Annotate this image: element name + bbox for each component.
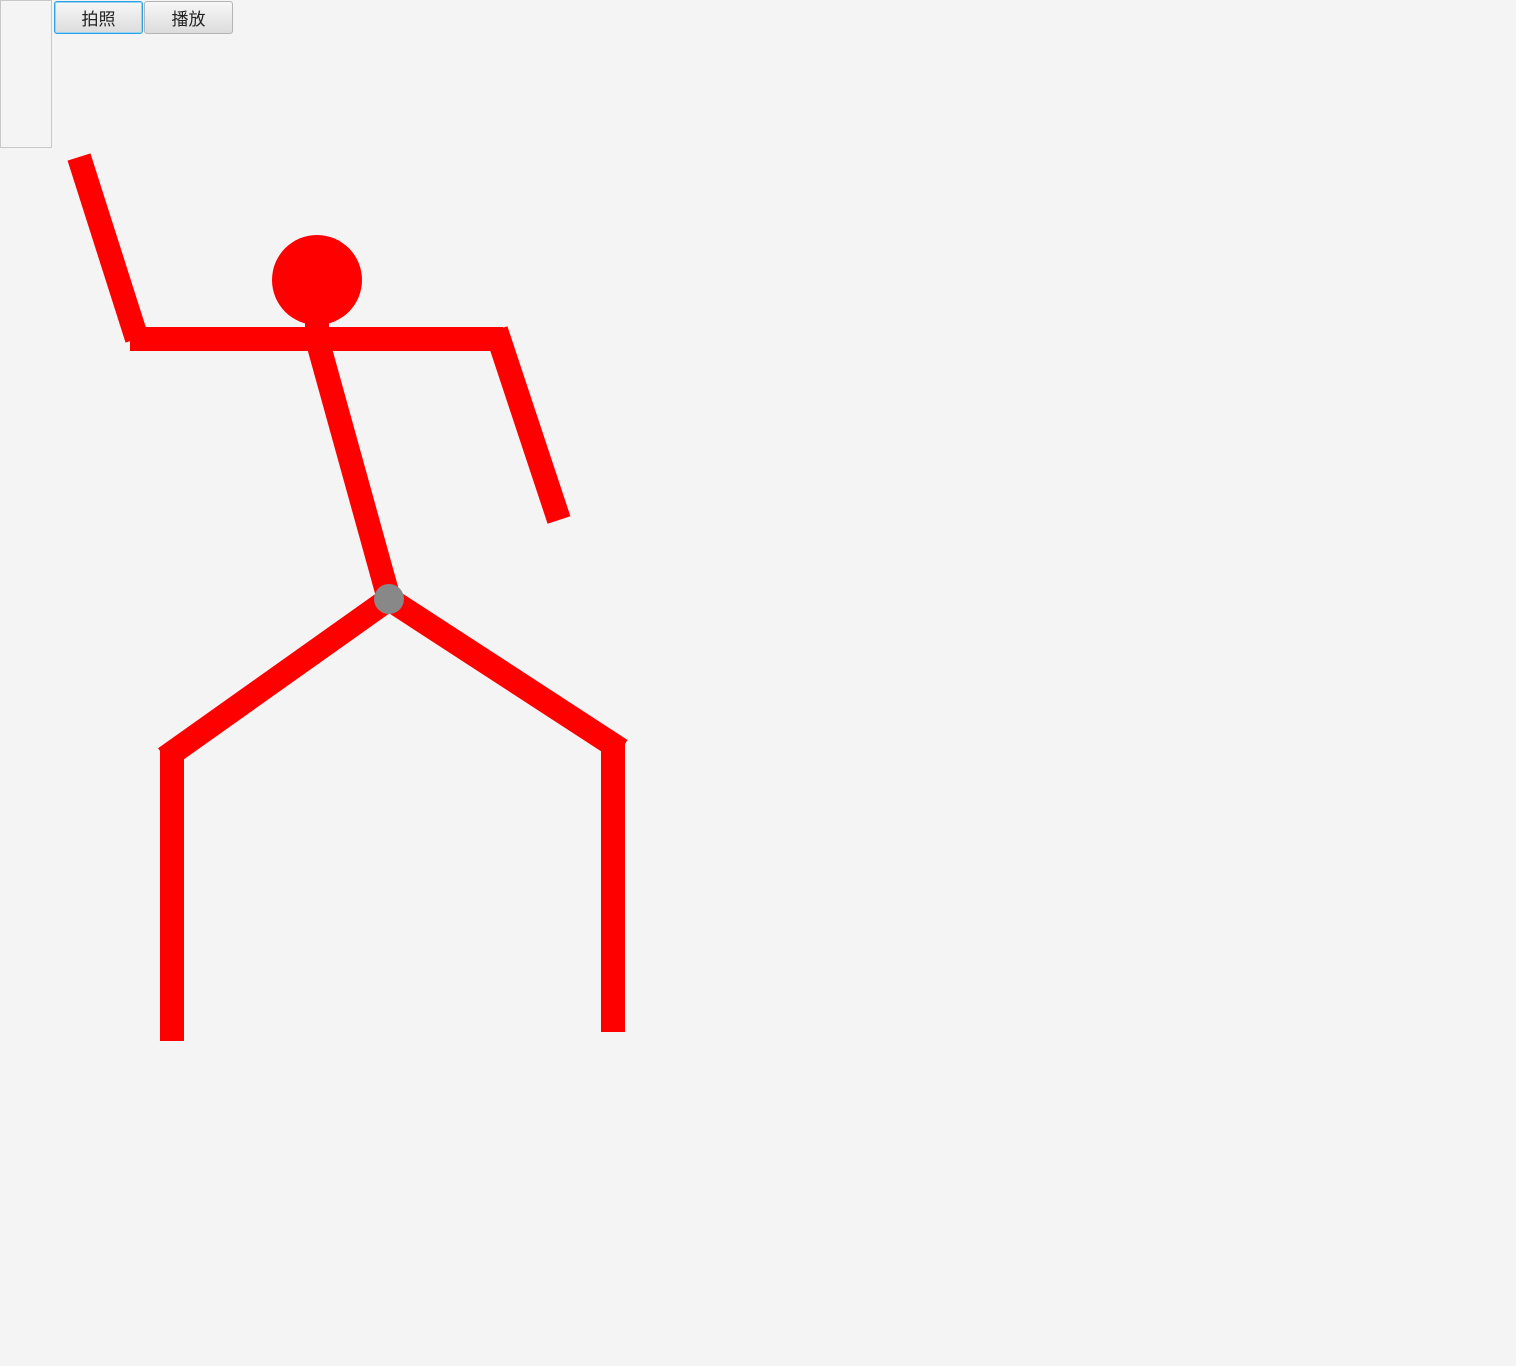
torso-limb[interactable] — [305, 335, 401, 603]
stage-canvas[interactable]: 拍照 播放 — [0, 0, 1516, 1366]
stick-figure — [67, 153, 628, 1041]
right-forearm-limb[interactable] — [484, 326, 571, 524]
right-thigh-limb[interactable] — [382, 588, 628, 761]
head[interactable] — [272, 235, 362, 325]
left-upper-arm-limb[interactable] — [67, 153, 149, 343]
hip-joint-handle[interactable] — [374, 584, 404, 614]
left-thigh-limb[interactable] — [158, 589, 396, 768]
